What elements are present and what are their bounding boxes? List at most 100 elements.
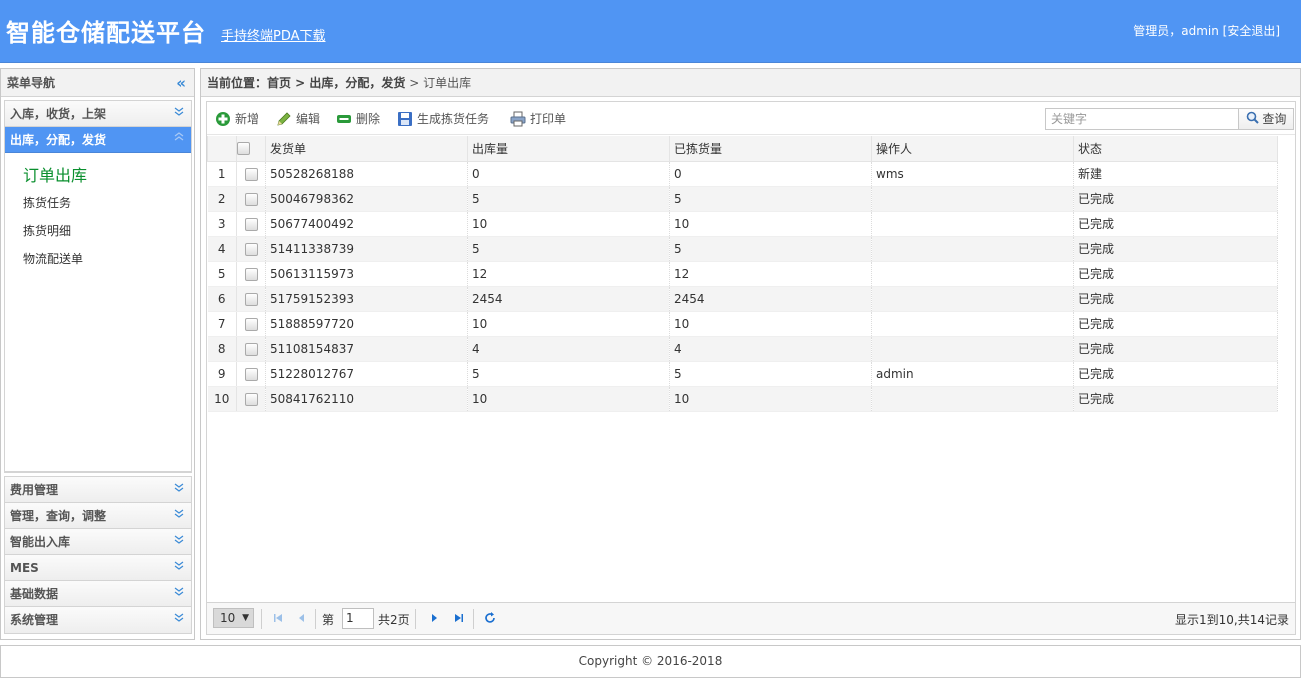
column-header-status[interactable]: 状态 [1073,136,1278,162]
page-size-select[interactable]: 10 ▼ [213,608,254,628]
select-all-checkbox[interactable] [236,136,266,162]
cell-picked: 2454 [669,286,872,312]
prev-page-button[interactable] [295,611,309,625]
sidebar-section-label: 系统管理 [10,613,59,627]
add-button[interactable]: 新增 [215,109,259,129]
row-checkbox[interactable] [236,361,266,387]
row-checkbox[interactable] [236,236,266,262]
edit-label: 编辑 [296,112,321,126]
page-prefix: 第 [322,613,335,627]
sidebar-section-mes[interactable]: MES [5,555,191,581]
dropdown-arrow-icon: ▼ [242,613,249,623]
cell-status: 已完成 [1073,336,1278,362]
page-size-value: 10 [220,611,236,625]
datagrid: 新增 编辑 删除 生成拣货任务 打印单 关键字 查询 发货单 出库量 已拣货量 … [206,101,1296,635]
edit-button[interactable]: 编辑 [276,109,320,129]
sidebar-item-picking-task[interactable]: 拣货任务 [5,189,191,217]
delete-button[interactable]: 删除 [336,109,380,129]
sidebar-outbound-items: 订单出库 拣货任务 拣货明细 物流配送单 [5,153,191,472]
row-checkbox[interactable] [236,286,266,312]
table-row[interactable]: 4 51411338739 5 5 已完成 [207,236,1278,262]
table-row[interactable]: 8 51108154837 4 4 已完成 [207,336,1278,362]
last-page-button[interactable] [452,611,466,625]
row-checkbox[interactable] [236,186,266,212]
search-button[interactable]: 查询 [1239,108,1294,130]
cell-operator [871,261,1074,287]
row-checkbox[interactable] [236,336,266,362]
cell-operator [871,386,1074,412]
sidebar-section-label: 入库，收货，上架 [10,107,107,121]
main-panel: 当前位置：首页 > 出库，分配，发货 > 订单出库 新增 编辑 删除 生成拣货任… [200,68,1301,640]
column-header-operator[interactable]: 操作人 [871,136,1074,162]
cell-order: 50046798362 [265,186,468,212]
sidebar-section-label: 基础数据 [10,587,59,601]
cell-order: 50841762110 [265,386,468,412]
sidebar-section-system[interactable]: 系统管理 [5,607,191,633]
next-page-icon [432,614,437,622]
sidebar-title: 菜单导航 « [1,69,194,97]
cell-qty: 5 [467,361,670,387]
user-info-logout[interactable]: 管理员，admin [安全退出] [1133,22,1280,39]
cell-qty: 0 [467,161,670,187]
cell-order: 51411338739 [265,236,468,262]
first-page-button[interactable] [271,611,285,625]
sidebar-item-order-outbound[interactable]: 订单出库 [5,163,191,189]
page-number-input[interactable]: 1 [342,608,374,629]
sidebar-section-outbound[interactable]: 出库，分配，发货 [5,127,191,153]
printer-icon [510,111,526,127]
sidebar-section-label: 出库，分配，发货 [10,133,107,147]
table-row[interactable]: 5 50613115973 12 12 已完成 [207,261,1278,287]
search-label: 查询 [1262,112,1287,126]
cell-qty: 10 [467,386,670,412]
row-number: 10 [207,386,237,412]
refresh-button[interactable] [483,611,497,625]
row-checkbox[interactable] [236,161,266,187]
checkbox-icon [244,167,258,181]
checkbox-icon [244,317,258,331]
print-button[interactable]: 打印单 [510,109,566,129]
table-row[interactable]: 1 50528268188 0 0 wms 新建 [207,161,1278,187]
generate-picking-task-button[interactable]: 生成拣货任务 [397,109,489,129]
table-row[interactable]: 10 50841762110 10 10 已完成 [207,386,1278,412]
column-header-qty[interactable]: 出库量 [467,136,670,162]
cell-operator [871,286,1074,312]
table-row[interactable]: 6 51759152393 2454 2454 已完成 [207,286,1278,312]
sidebar-section-manage[interactable]: 管理，查询，调整 [5,503,191,529]
order-table: 发货单 出库量 已拣货量 操作人 状态 1 50528268188 0 0 wms 新建 … [207,136,1278,412]
sidebar-section-inbound[interactable]: 入库，收货，上架 [5,101,191,127]
cell-operator: wms [871,161,1074,187]
cell-picked: 10 [669,311,872,337]
cell-picked: 4 [669,336,872,362]
table-row[interactable]: 3 50677400492 10 10 已完成 [207,211,1278,237]
sidebar-section-base-data[interactable]: 基础数据 [5,581,191,607]
first-page-icon [274,614,282,622]
sidebar-section-smart-io[interactable]: 智能出入库 [5,529,191,555]
keyword-search-input[interactable]: 关键字 [1045,108,1239,130]
cell-picked: 5 [669,236,872,262]
save-icon [397,111,413,127]
column-header-order[interactable]: 发货单 [265,136,468,162]
sidebar-item-picking-detail[interactable]: 拣货明细 [5,217,191,245]
double-chevron-left-icon[interactable]: « [176,69,186,97]
table-row[interactable]: 9 51228012767 5 5 admin 已完成 [207,361,1278,387]
pda-download-link[interactable]: 手持终端PDA下载 [221,25,326,44]
breadcrumb-sep: > [405,76,424,90]
next-page-button[interactable] [427,611,441,625]
sidebar-section-label: 智能出入库 [10,535,71,549]
cell-operator [871,236,1074,262]
delete-label: 删除 [356,112,381,126]
sidebar-section-fees[interactable]: 费用管理 [5,477,191,503]
row-checkbox[interactable] [236,386,266,412]
table-row[interactable]: 2 50046798362 5 5 已完成 [207,186,1278,212]
row-checkbox[interactable] [236,311,266,337]
row-checkbox[interactable] [236,211,266,237]
sidebar-item-delivery-order[interactable]: 物流配送单 [5,245,191,273]
sidebar-section-label: MES [10,561,39,575]
table-row[interactable]: 7 51888597720 10 10 已完成 [207,311,1278,337]
column-header-picked[interactable]: 已拣货量 [669,136,872,162]
cell-operator [871,211,1074,237]
pencil-icon [276,111,292,127]
row-number-header [207,136,237,162]
cell-picked: 10 [669,386,872,412]
row-checkbox[interactable] [236,261,266,287]
